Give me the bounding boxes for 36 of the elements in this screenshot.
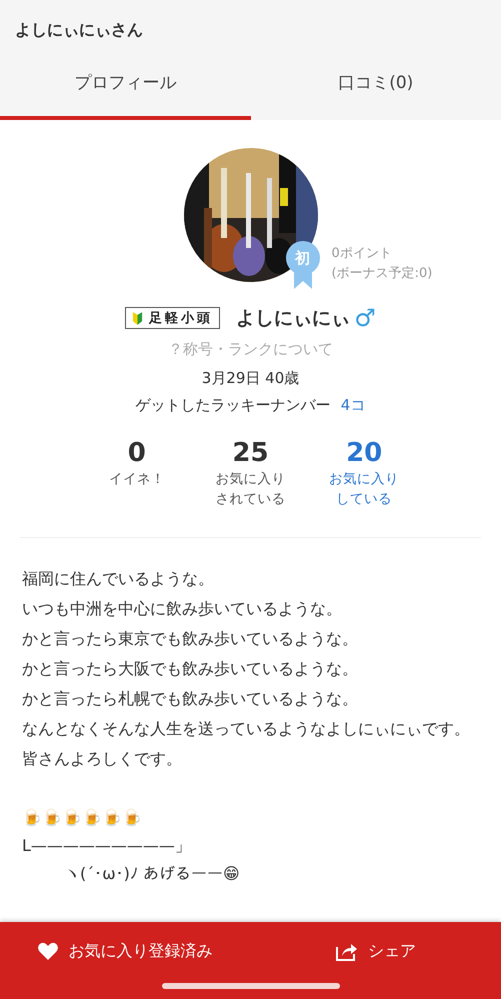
bio-text: かと言ったら大阪でも飲み歩いているような。 — [22, 658, 359, 680]
stat-label: されている — [216, 490, 286, 509]
beginner-mark-icon — [132, 312, 144, 324]
heart-icon — [38, 942, 58, 960]
bio-text: なんとなくそんな人生を送っているようなよしにぃにぃです。 — [22, 718, 471, 740]
rank-title: 足軽小頭 — [125, 307, 220, 329]
user-name: よしにぃにぃ — [236, 306, 350, 331]
stat-label: お気に入り — [216, 470, 286, 489]
bio-text: L—————————」 — [22, 835, 192, 857]
stat-count: 25 — [232, 437, 269, 469]
birthday-age: 3月29日 40歳 — [202, 369, 300, 388]
bonus-text: (ボーナス予定:0) — [332, 265, 432, 283]
share-button[interactable]: シェア — [250, 922, 501, 980]
beginner-label: 初 — [294, 248, 311, 269]
stat-label[interactable]: している — [336, 489, 392, 509]
points-text: 0ポイント — [332, 245, 393, 263]
tab[interactable]: 口コミ(0) — [250, 48, 501, 120]
stat-label: イイネ！ — [108, 470, 165, 489]
favorite-button[interactable]: お気に入り登録済み — [0, 922, 250, 980]
rank-info-link[interactable]: ？称号・ランクについて — [168, 340, 333, 359]
bio-text: 皆さんよろしくです。 — [22, 748, 183, 770]
bio-text: かと言ったら東京でも飲み歩いているような。 — [22, 628, 359, 650]
bio-text: いつも中洲を中心に飲み歩いているような。 — [22, 598, 343, 620]
share-icon — [336, 941, 358, 961]
lucky-number-count[interactable]: 4コ — [340, 396, 366, 415]
bio-text: 福岡に住んでいるような。 — [22, 568, 215, 590]
stat-count[interactable]: 20 — [346, 437, 382, 469]
stat-label[interactable]: お気に入り — [329, 469, 400, 489]
bio-text: かと言ったら札幌でも飲み歩いているような。 — [22, 688, 359, 710]
bio-text: 🍺🍺🍺🍺🍺🍺 — [22, 807, 143, 829]
stat-count: 0 — [128, 437, 146, 469]
page-title: よしにぃにぃさん — [14, 19, 144, 41]
ribbon-icon — [286, 241, 320, 289]
lucky-number-label: ゲットしたラッキーナンバー — [136, 396, 331, 415]
bio-text: ヽ(´･ω･)ﾉ あげるーー😁 — [63, 863, 241, 885]
gender-symbol: ♂ — [354, 304, 376, 332]
